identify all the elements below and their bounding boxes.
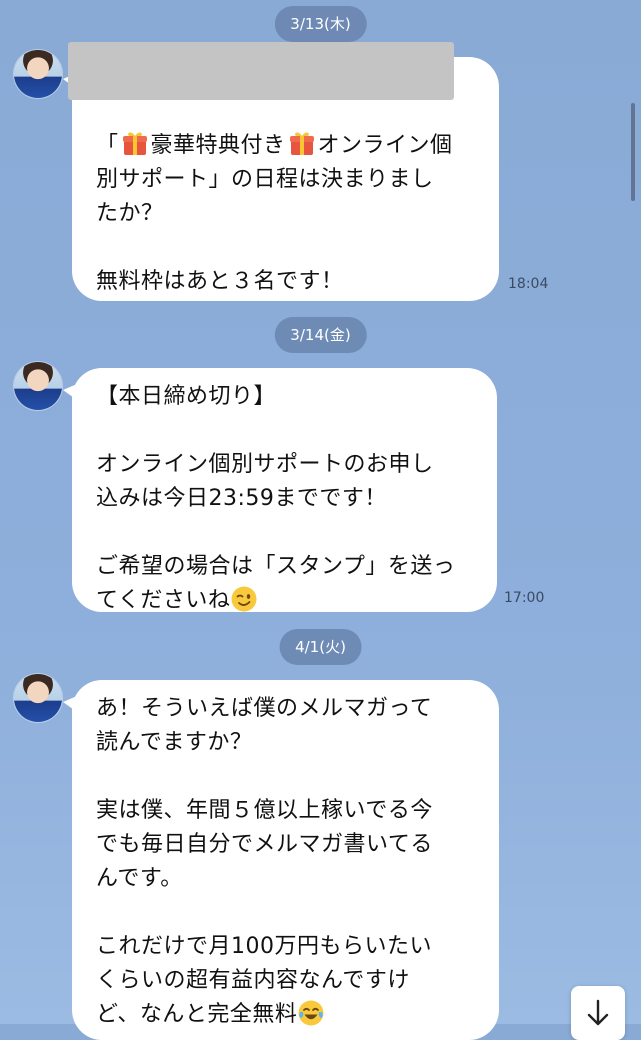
message-time: 17:00 [504,590,545,606]
message-bubble[interactable]: あ！そういえば僕のメルマガって 読んでますか？ 実は僕、年間５億以上稼いでる今 … [63,680,499,1040]
gift-emoji-icon [122,132,147,155]
message-line: んです。 [96,866,183,891]
message-line: たか？ [96,201,164,226]
scroll-to-bottom-button[interactable] [571,986,625,1040]
message-line: あ！そういえば僕のメルマガって [96,696,433,721]
message-line: 実は僕、年間５億以上稼いでる今 [96,798,433,823]
chat-room: 3/13(木) 「豪華特典付き オンライン個 別サポート」の日程は決まりまし たか… [0,0,641,1040]
date-label: 3/14(金) [290,326,351,344]
message-line: てくださいね [96,584,471,618]
gift-emoji-icon [289,132,314,155]
scrollbar-thumb[interactable] [631,103,635,201]
date-separator: 3/13(木) [274,6,367,42]
date-separator: 3/14(金) [274,317,367,353]
message-line: 【本日締め切り】 [96,384,277,409]
message-line: でも毎日自分でメルマガ書いてる [96,832,433,857]
date-label: 4/1(火) [295,638,346,656]
message-line: 無料枠はあと３名です！ [96,269,344,294]
message-line: ど、なんと完全無料 [96,998,473,1032]
message-line: 込みは今日23:59までです！ [96,486,387,511]
message-line: 別サポート」の日程は決まりまし [96,167,434,192]
message-line: これだけで月100万円もらいたい [96,934,432,959]
sender-avatar[interactable] [14,674,62,722]
message-line: オンライン個別サポートのお申し [96,452,434,477]
date-separator: 4/1(火) [279,629,362,665]
message-line: 「豪華特典付き オンライン個 [96,129,473,163]
message-bubble[interactable]: 【本日締め切り】 オンライン個別サポートのお申し 込みは今日23:59までです！… [63,368,497,613]
winking-face-icon [231,586,257,612]
sender-avatar[interactable] [14,50,62,98]
message-time: 18:04 [508,276,549,292]
sender-avatar[interactable] [14,362,62,410]
message-line: 読んでますか？ [96,730,253,755]
redacted-block [68,42,454,100]
message-line: くらいの超有益内容なんですけ [96,968,410,993]
tears-of-joy-icon [298,1000,324,1026]
message-line: ご希望の場合は「スタンプ」を送っ [96,554,456,579]
date-label: 3/13(木) [290,15,351,33]
